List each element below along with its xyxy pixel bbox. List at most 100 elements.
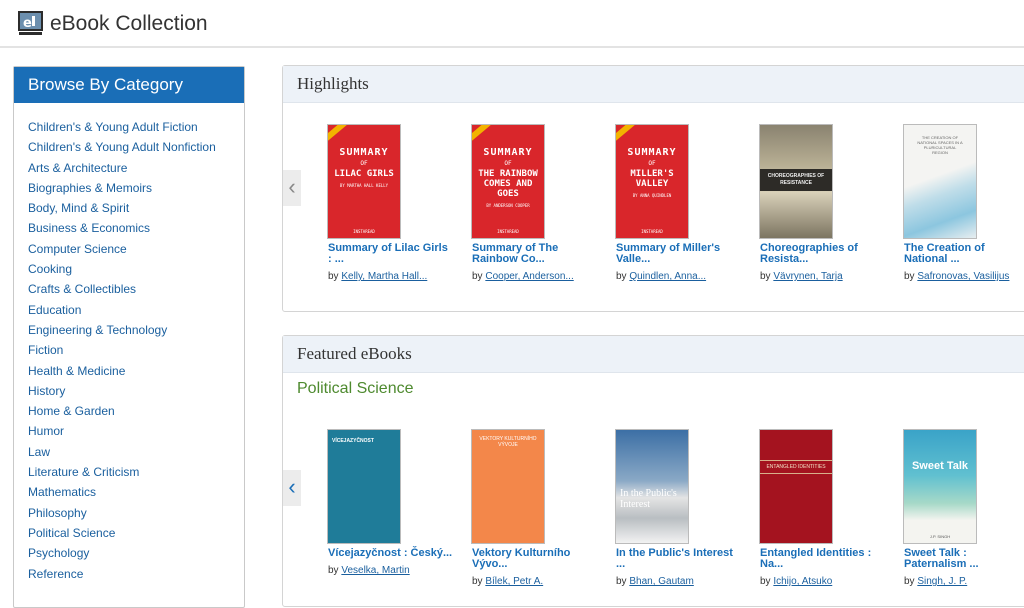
author-link[interactable]: Ichijo, Atsuko: [773, 576, 832, 587]
cover-text: OF: [648, 160, 656, 167]
book-cover[interactable]: VEKTORY KULTURNÍHO VÝVOJE: [472, 430, 544, 543]
book-cover[interactable]: CHOREOGRAPHIES OF RESISTANCE: [760, 125, 832, 238]
book-title[interactable]: Summary of The Rainbow Co...: [472, 243, 597, 265]
book-cover[interactable]: VÍCEJAZYČNOST: [328, 430, 400, 543]
category-link[interactable]: Literature & Criticism: [28, 462, 244, 482]
book-cover[interactable]: Sweet Talk J.P. SINGH: [904, 430, 976, 543]
author-link[interactable]: Singh, J. P.: [917, 576, 967, 587]
author-link[interactable]: Quindlen, Anna...: [629, 271, 706, 282]
book-cover[interactable]: SUMMARY OF LILAC GIRLS BY MARTHA HALL KELLY…: [328, 125, 400, 238]
author-link[interactable]: Bílek, Petr A.: [485, 576, 543, 587]
category-link[interactable]: Philosophy: [28, 503, 244, 523]
category-link[interactable]: Humor: [28, 421, 244, 441]
chevron-left-icon: ‹: [288, 474, 296, 499]
cover-text: LILAC GIRLS: [334, 169, 394, 179]
category-link[interactable]: Computer Science: [28, 239, 244, 259]
book-title[interactable]: Entangled Identities : Na...: [760, 548, 885, 570]
book-cover[interactable]: SUMMARY OF MILLER'S VALLEY BY ANNA QUINDLEN…: [616, 125, 688, 238]
book-title[interactable]: Sweet Talk : Paternalism ...: [904, 548, 1024, 570]
book-author: by Veselka, Martin: [328, 565, 453, 576]
book-item: SUMMARY OF LILAC GIRLS BY MARTHA HALL KELLY…: [328, 125, 453, 282]
author-link[interactable]: Veselka, Martin: [341, 565, 409, 576]
author-by-label: by: [472, 271, 483, 282]
author-by-label: by: [760, 576, 771, 587]
category-link[interactable]: Body, Mind & Spirit: [28, 198, 244, 218]
category-link[interactable]: Children's & Young Adult Fiction: [28, 117, 244, 137]
book-title[interactable]: Choreographies of Resista...: [760, 243, 885, 265]
book-author: by Kelly, Martha Hall...: [328, 271, 453, 282]
chevron-left-icon: ‹: [288, 174, 296, 199]
category-link[interactable]: Arts & Architecture: [28, 158, 244, 178]
author-by-label: by: [328, 565, 339, 576]
bestseller-ribbon: [472, 125, 494, 145]
book-item: VEKTORY KULTURNÍHO VÝVOJE Vektory Kulturn…: [472, 430, 597, 587]
cover-text: MILLER'S VALLEY: [630, 169, 674, 189]
highlights-prev-button[interactable]: ‹: [283, 170, 301, 206]
featured-heading: Featured eBooks: [283, 336, 1024, 373]
category-link[interactable]: Fiction: [28, 340, 244, 360]
book-item: ENTANGLED IDENTITIES Entangled Identities…: [760, 430, 885, 587]
category-link[interactable]: Psychology: [28, 543, 244, 563]
bestseller-ribbon: [328, 125, 350, 145]
book-cover[interactable]: SUMMARY OF THE RAINBOW COMES AND GOES BY AN…: [472, 125, 544, 238]
cover-text: CHOREOGRAPHIES OF RESISTANCE: [760, 169, 832, 191]
category-link[interactable]: Crafts & Collectibles: [28, 279, 244, 299]
category-link[interactable]: Law: [28, 442, 244, 462]
svg-text:e: e: [23, 16, 32, 31]
ebook-logo-icon: e: [18, 11, 43, 35]
book-author: by Vävrynen, Tarja: [760, 271, 885, 282]
book-title[interactable]: Vícejazyčnost : Český...: [328, 548, 453, 559]
category-link[interactable]: Reference: [28, 564, 244, 584]
book-author: by Quindlen, Anna...: [616, 271, 741, 282]
book-item: VÍCEJAZYČNOST Vícejazyčnost : Český... by …: [328, 430, 453, 576]
cover-text: VÍCEJAZYČNOST: [332, 438, 374, 444]
highlights-panel: Highlights ‹ SUMMARY OF LILAC GIRLS BY MART…: [282, 65, 1024, 312]
book-cover[interactable]: THE CREATION OF NATIONAL SPACES IN A PLU…: [904, 125, 976, 238]
book-cover[interactable]: ENTANGLED IDENTITIES: [760, 430, 832, 543]
author-link[interactable]: Kelly, Martha Hall...: [341, 271, 427, 282]
cover-text: THE CREATION OF NATIONAL SPACES IN A PLU…: [917, 135, 963, 155]
cover-text: INSTAREAD: [641, 229, 663, 234]
app-header: e eBook Collection: [0, 0, 1024, 48]
author-link[interactable]: Cooper, Anderson...: [485, 271, 573, 282]
author-link[interactable]: Vävrynen, Tarja: [773, 271, 842, 282]
cover-text: THE RAINBOW COMES AND GOES: [478, 169, 538, 199]
cover-text: ENTANGLED IDENTITIES: [760, 460, 832, 474]
author-by-label: by: [616, 271, 627, 282]
cover-text: VEKTORY KULTURNÍHO VÝVOJE: [479, 436, 537, 448]
category-link[interactable]: Political Science: [28, 523, 244, 543]
book-title[interactable]: Summary of Lilac Girls : ...: [328, 243, 453, 265]
book-title[interactable]: Vektory Kulturního Vývo...: [472, 548, 597, 570]
book-title[interactable]: Summary of Miller's Valle...: [616, 243, 741, 265]
category-link[interactable]: Children's & Young Adult Nonfiction: [28, 137, 244, 157]
book-author: by Singh, J. P.: [904, 576, 1024, 587]
category-link[interactable]: Education: [28, 300, 244, 320]
cover-text: INSTAREAD: [353, 229, 375, 234]
author-by-label: by: [616, 576, 627, 587]
author-by-label: by: [904, 271, 915, 282]
category-link[interactable]: Biographies & Memoirs: [28, 178, 244, 198]
cover-text: OF: [504, 160, 512, 167]
category-link[interactable]: Engineering & Technology: [28, 320, 244, 340]
featured-subheading[interactable]: Political Science: [283, 373, 1024, 405]
category-link[interactable]: Health & Medicine: [28, 361, 244, 381]
book-title[interactable]: In the Public's Interest ...: [616, 548, 741, 570]
category-link[interactable]: History: [28, 381, 244, 401]
featured-prev-button[interactable]: ‹: [283, 470, 301, 506]
category-link[interactable]: Business & Economics: [28, 218, 244, 238]
book-author: by Safronovas, Vasilijus: [904, 271, 1024, 282]
book-item: SUMMARY OF MILLER'S VALLEY BY ANNA QUINDLEN…: [616, 125, 741, 282]
category-link[interactable]: Mathematics: [28, 482, 244, 502]
book-author: by Bhan, Gautam: [616, 576, 741, 587]
highlights-heading: Highlights: [283, 66, 1024, 103]
author-link[interactable]: Bhan, Gautam: [629, 576, 693, 587]
cover-text: INSTAREAD: [497, 229, 519, 234]
author-link[interactable]: Safronovas, Vasilijus: [917, 271, 1009, 282]
book-cover[interactable]: In the Public's Interest: [616, 430, 688, 543]
cover-text: SUMMARY: [627, 147, 677, 158]
category-link[interactable]: Home & Garden: [28, 401, 244, 421]
book-title[interactable]: The Creation of National ...: [904, 243, 1024, 265]
author-by-label: by: [760, 271, 771, 282]
cover-text: BY MARTHA HALL KELLY: [339, 183, 389, 188]
category-link[interactable]: Cooking: [28, 259, 244, 279]
